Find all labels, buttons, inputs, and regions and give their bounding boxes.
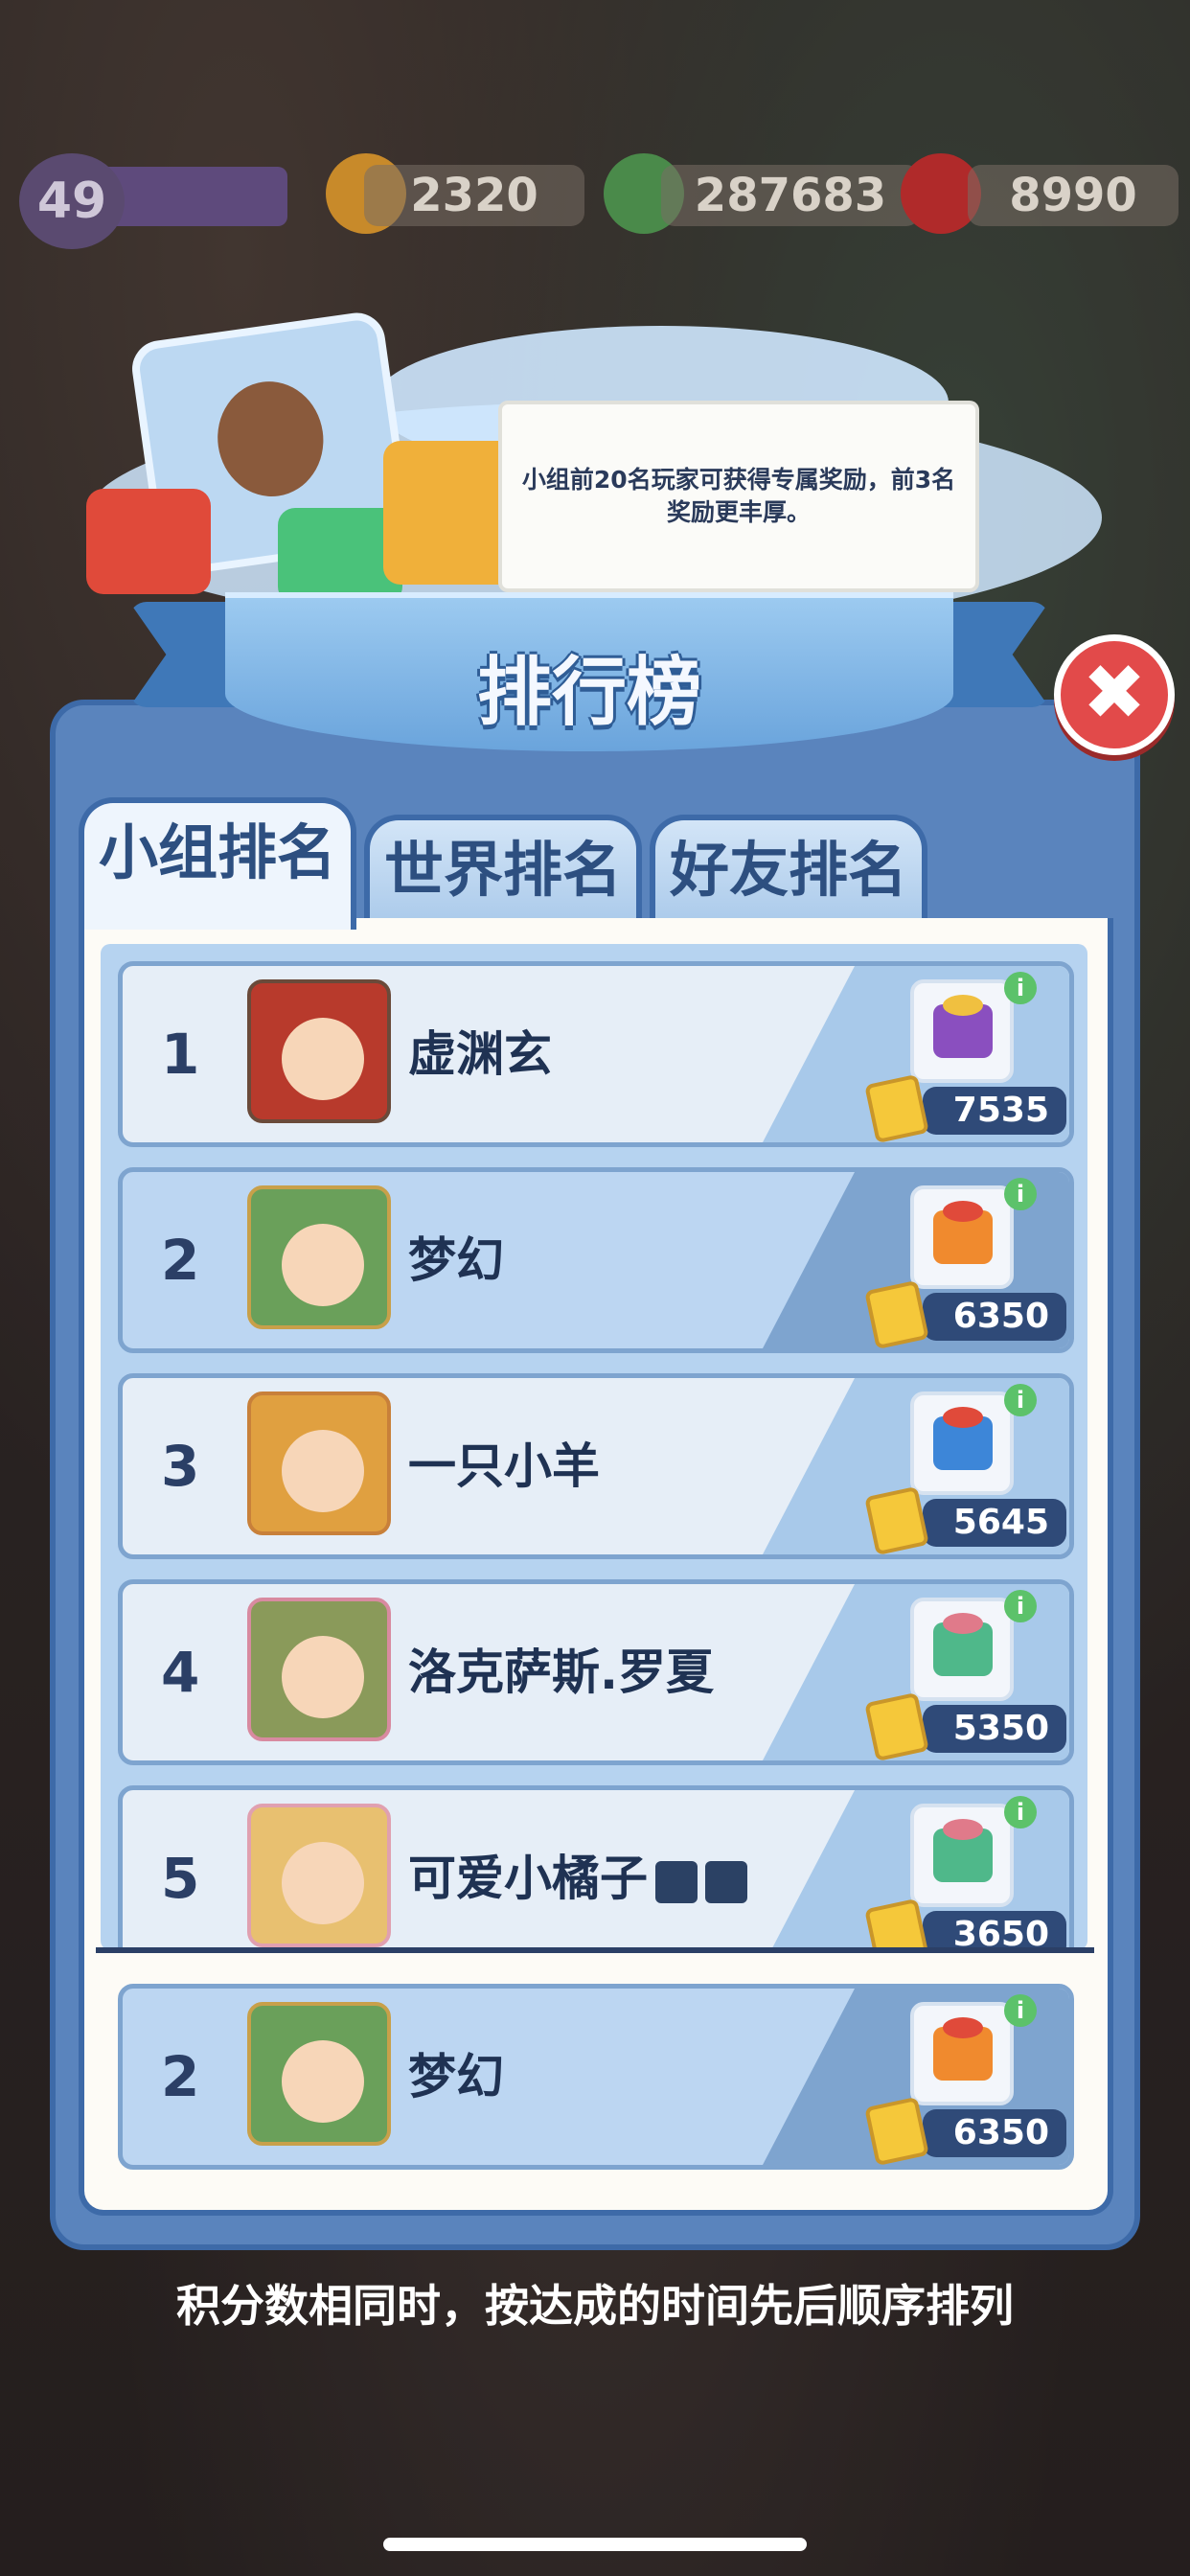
bow-icon — [943, 1201, 983, 1222]
title-badge-icon — [655, 1860, 698, 1903]
ranking-row[interactable]: 3 一只小羊 i 5645 — [118, 1373, 1074, 1559]
ranking-row[interactable]: 5 可爱小橘子 i 3650 — [118, 1785, 1074, 1950]
rank-number: 2 — [161, 1228, 200, 1293]
player-avatar[interactable] — [247, 2002, 391, 2146]
ranking-row[interactable]: 4 洛克萨斯.罗夏 i 5350 — [118, 1579, 1074, 1765]
info-icon[interactable]: i — [1004, 972, 1037, 1004]
bow-icon — [943, 1613, 983, 1634]
bow-icon — [943, 1407, 983, 1428]
close-icon: ✖ — [1082, 648, 1147, 737]
score-value: 5645 — [923, 1499, 1066, 1547]
ranking-row[interactable]: 2 梦幻 i 6350 — [118, 1167, 1074, 1353]
player-avatar[interactable] — [247, 1185, 391, 1329]
rank-number: 1 — [161, 1022, 200, 1087]
bow-icon — [943, 995, 983, 1016]
avatar-face — [282, 1636, 364, 1718]
player-name: 梦幻 — [408, 2049, 504, 2104]
player-name-text: 可爱小橘子 — [408, 1851, 648, 1906]
score-value: 7535 — [923, 1087, 1066, 1135]
info-icon[interactable]: i — [1004, 1590, 1037, 1622]
tab-friend-ranking[interactable]: 好友排名 — [650, 815, 927, 928]
tab-world-ranking[interactable]: 世界排名 — [364, 815, 642, 928]
ranking-rule-text: 积分数相同时，按达成的时间先后顺序排列 — [176, 2280, 1014, 2332]
my-ranking: 2 梦幻 i 6350 — [101, 1970, 1087, 2181]
reward-gift-button[interactable] — [910, 1598, 1014, 1701]
score-value: 6350 — [923, 1293, 1066, 1341]
my-ranking-row[interactable]: 2 梦幻 i 6350 — [118, 1984, 1074, 2170]
avatar-face — [282, 1224, 364, 1306]
avatar-face — [282, 1842, 364, 1924]
avatar-face — [282, 2040, 364, 2123]
info-icon[interactable]: i — [1004, 1384, 1037, 1416]
rank-number: 2 — [161, 2044, 200, 2109]
level-badge: 49 — [19, 153, 125, 249]
player-name: 可爱小橘子 — [408, 1790, 747, 1950]
score-value: 5350 — [923, 1705, 1066, 1753]
tab-bar: 小组排名 世界排名 好友排名 — [79, 797, 1133, 930]
player-avatar[interactable] — [247, 1598, 391, 1741]
bow-icon — [943, 1819, 983, 1840]
player-name: 一只小羊 — [408, 1438, 600, 1494]
avatar-face — [282, 1430, 364, 1512]
currency-bar: 49 2320 287683 8990 — [19, 153, 1179, 249]
info-icon[interactable]: i — [1004, 1178, 1037, 1210]
reward-gift-button[interactable] — [910, 979, 1014, 1083]
score-value: 6350 — [923, 2109, 1066, 2157]
player-name: 虚渊玄 — [408, 1026, 552, 1082]
player-name: 洛克萨斯.罗夏 — [408, 1644, 714, 1700]
player-avatar[interactable] — [247, 979, 391, 1123]
avatar-face — [282, 1018, 364, 1100]
tab-group-ranking[interactable]: 小组排名 — [79, 797, 356, 930]
rank-number: 5 — [161, 1846, 200, 1911]
reward-gift-button[interactable] — [910, 1185, 1014, 1289]
reward-gift-button[interactable] — [910, 1804, 1014, 1907]
list-divider — [96, 1947, 1094, 1953]
bow-icon — [943, 2017, 983, 2038]
ranking-row[interactable]: 1 虚渊玄 i 7535 — [118, 961, 1074, 1147]
gift-icon — [383, 441, 517, 585]
reward-avatar-face — [210, 374, 332, 504]
ranking-list[interactable]: 1 虚渊玄 i 7535 2 梦幻 i 6350 3 一只小羊 i 5645 4… — [101, 944, 1087, 1950]
xp-bar — [96, 167, 287, 226]
reward-notice: 小组前20名玩家可获得专属奖励，前3名奖励更丰厚。 — [498, 401, 979, 592]
info-icon[interactable]: i — [1004, 1796, 1037, 1828]
info-icon[interactable]: i — [1004, 1994, 1037, 2027]
cash-counter: 287683 — [661, 165, 920, 226]
score-value: 3650 — [923, 1911, 1066, 1950]
reward-gift-button[interactable] — [910, 2002, 1014, 2105]
rank-number: 4 — [161, 1640, 200, 1705]
gift-icon — [86, 489, 211, 594]
page-title: 排行榜 — [476, 650, 701, 736]
close-button[interactable]: ✖ — [1054, 634, 1175, 755]
rank-number: 3 — [161, 1434, 200, 1499]
gem-counter: 8990 — [968, 165, 1179, 226]
player-avatar[interactable] — [247, 1392, 391, 1535]
title-ribbon: 排行榜 — [129, 592, 1049, 755]
player-name: 梦幻 — [408, 1232, 504, 1288]
home-indicator[interactable] — [383, 2538, 807, 2551]
title-badge-icon — [705, 1860, 747, 1903]
player-avatar[interactable] — [247, 1804, 391, 1947]
reward-gift-button[interactable] — [910, 1392, 1014, 1495]
energy-counter: 2320 — [364, 165, 584, 226]
